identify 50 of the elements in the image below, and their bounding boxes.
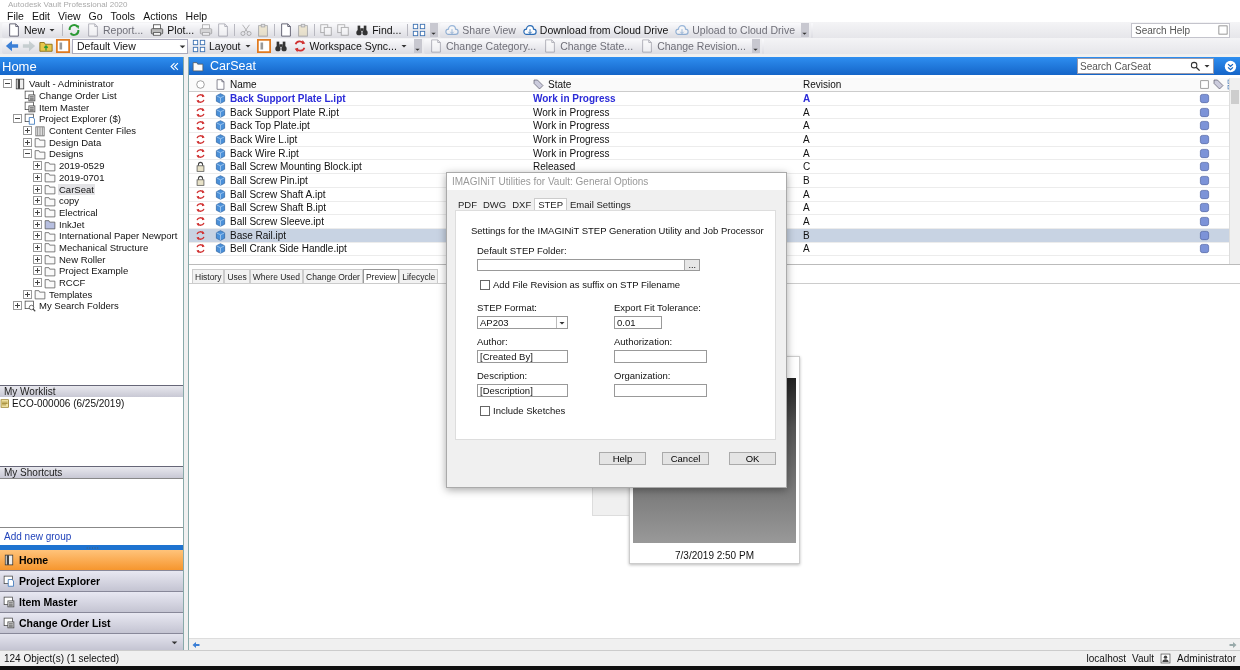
file-name: Base Rail.ipt — [230, 229, 287, 241]
file-name: Back Top Plate.ipt — [230, 120, 310, 132]
state-text: Work in Progress — [533, 106, 610, 118]
file-name: Ball Screw Sleeve.ipt — [230, 216, 324, 228]
file-name: Ball Screw Mounting Block.ipt — [230, 161, 362, 173]
status-text: 124 Object(s) (1 selected) — [4, 653, 120, 664]
revision-text: A — [802, 106, 811, 118]
state-text: Work in Progress — [533, 120, 610, 132]
server-name: localhost — [1086, 653, 1127, 664]
file-name: Ball Screw Shaft A.ipt — [230, 188, 326, 200]
field-label: Authorization: — [614, 336, 674, 347]
revision-text: A — [802, 243, 811, 255]
folder-title: CarSeat — [210, 59, 256, 73]
checkbox-label: Add File Revision as suffix on STP Filename — [493, 279, 681, 290]
file-name: Back Support Plate L.ipt — [230, 92, 346, 104]
revision-text: B — [802, 174, 811, 186]
revision-text: A — [802, 120, 811, 132]
revision-text: A — [802, 202, 811, 214]
panel-title: Home — [2, 58, 37, 74]
revision-text: A — [802, 133, 811, 145]
state-text: Work in Progress — [533, 133, 610, 145]
revision-text: C — [802, 161, 812, 173]
field-label: Author: — [477, 336, 509, 347]
file-name: Ball Screw Shaft B.ipt — [230, 202, 327, 214]
revision-text: A — [802, 188, 811, 200]
revision-text: A — [802, 147, 811, 159]
vault-name: Vault — [1132, 653, 1155, 664]
checkbox-label: Include Sketches — [493, 405, 566, 416]
dialog-title: IMAGINiT Utilities for Vault: General Options — [447, 173, 786, 190]
revision-text: B — [802, 229, 811, 241]
file-name: Ball Screw Pin.ipt — [230, 174, 308, 186]
field-label: STEP Format: — [477, 302, 538, 313]
field-label: Description: — [477, 370, 529, 381]
state-text: Work in Progress — [533, 147, 610, 159]
file-name: Back Wire L.ipt — [230, 133, 298, 145]
revision-text: A — [802, 216, 811, 228]
user-name: Administrator — [1177, 653, 1236, 664]
section-header: My Shortcuts — [0, 466, 183, 478]
field-label: Default STEP Folder: — [477, 245, 568, 256]
file-name: Back Support Plate R.ipt — [230, 106, 339, 118]
field-label: Export Fit Tolerance: — [614, 302, 702, 313]
field-label: Organization: — [614, 370, 672, 381]
state-text: Work in Progress — [533, 92, 616, 104]
preview-date: 7/3/2019 2:50 PM — [675, 550, 754, 561]
section-header: My Worklist — [0, 385, 183, 397]
window-title: Autodesk Vault Professional 2020 — [7, 0, 128, 9]
file-name: Back Wire R.ipt — [230, 147, 299, 159]
file-name: Bell Crank Side Handle.ipt — [230, 243, 347, 255]
revision-text: A — [802, 92, 812, 104]
state-text: Released — [533, 161, 576, 173]
